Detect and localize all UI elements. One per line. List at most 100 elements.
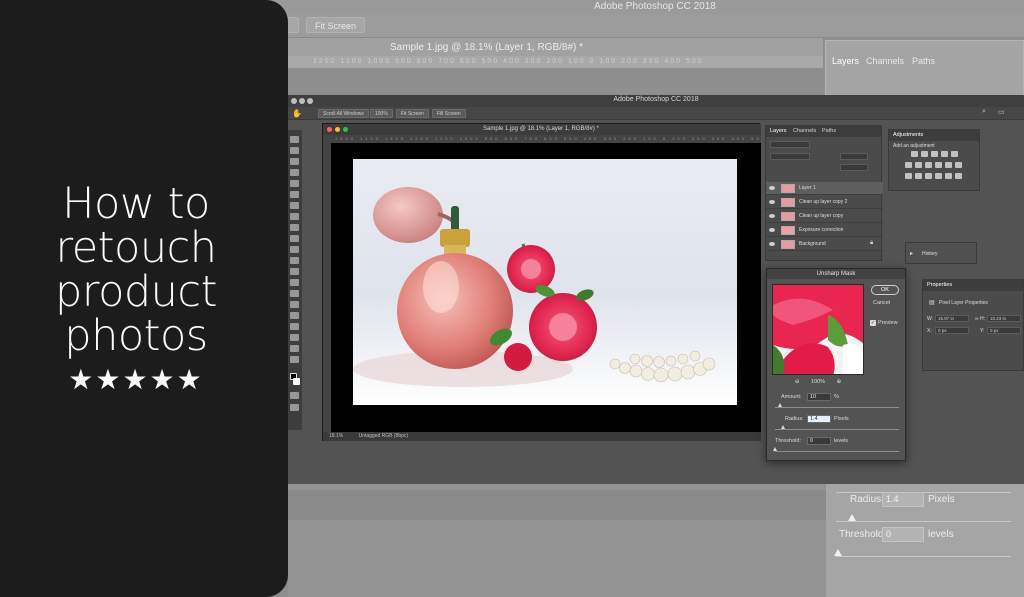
amount-slider[interactable] (775, 407, 899, 408)
canvas[interactable] (331, 143, 761, 432)
document-tab[interactable]: Sample 1.jpg @ 18.1% (Layer 1, RGB/8#) * (323, 124, 761, 135)
dodge-tool-icon[interactable] (290, 279, 299, 286)
exposure-icon[interactable] (941, 151, 948, 157)
background-threshold-unit: levels (928, 529, 954, 540)
background-color-swatch[interactable] (293, 378, 300, 385)
vibrance-icon[interactable] (951, 151, 958, 157)
scroll-all-windows-button[interactable]: Scroll All Windows (318, 109, 369, 118)
type-tool-icon[interactable] (290, 301, 299, 308)
marquee-tool-icon[interactable] (290, 147, 299, 154)
color-lookup-icon[interactable] (955, 162, 962, 168)
layer-row[interactable]: Clean up layer copy 2 (766, 196, 883, 209)
quick-select-tool-icon[interactable] (290, 169, 299, 176)
brightness-icon[interactable] (911, 151, 918, 157)
opacity-field[interactable] (840, 153, 868, 160)
threshold-slider[interactable] (775, 451, 899, 452)
tab-properties[interactable]: Properties (927, 282, 952, 288)
preview-checkbox[interactable]: ✓ (870, 320, 876, 326)
hue-icon[interactable] (905, 162, 912, 168)
layers-panel: Layers Channels Paths Layer 1 Clean up l… (765, 125, 883, 261)
product-photo (353, 159, 737, 405)
color-balance-icon[interactable] (915, 162, 922, 168)
layer-name: Exposure correction (799, 227, 844, 233)
lock-icon: 🔒︎ (870, 240, 874, 246)
doc-maximize-dot[interactable] (343, 127, 348, 132)
status-zoom[interactable]: 18.1% (329, 433, 343, 439)
threshold-icon[interactable] (925, 173, 932, 179)
ps-titlebar: Adobe Photoshop CC 2018 (288, 95, 1024, 107)
cancel-button[interactable]: Cancel (873, 300, 890, 306)
crop-tool-icon[interactable] (290, 180, 299, 187)
layer-row[interactable]: Exposure correction (766, 224, 883, 237)
screen-mode-icon[interactable] (290, 404, 299, 411)
fill-screen-button[interactable]: Fill Screen (432, 109, 466, 118)
pen-tool-icon[interactable] (290, 290, 299, 297)
dialog-preview[interactable] (772, 284, 864, 375)
tab-paths[interactable]: Paths (822, 128, 836, 134)
eye-icon[interactable] (769, 228, 775, 232)
eye-icon[interactable] (769, 242, 775, 246)
fill-field[interactable] (840, 164, 868, 171)
radius-unit: Pixels (834, 416, 849, 422)
gradient-tool-icon[interactable] (290, 257, 299, 264)
shadows-icon[interactable] (955, 173, 962, 179)
posterize-icon[interactable] (915, 173, 922, 179)
width-field[interactable]: 15.87 in (935, 315, 969, 322)
doc-close-dot[interactable] (327, 127, 332, 132)
tab-channels[interactable]: Channels (793, 128, 816, 134)
channel-mixer-icon[interactable] (945, 162, 952, 168)
eye-icon[interactable] (769, 214, 775, 218)
lasso-tool-icon[interactable] (290, 158, 299, 165)
history-panel[interactable]: ▸ History (905, 242, 977, 264)
tab-layers[interactable]: Layers (770, 128, 787, 134)
gradient-map-icon[interactable] (935, 173, 942, 179)
zoom-in-icon[interactable]: ⊕ (837, 379, 842, 385)
zoom-tool-icon[interactable] (290, 345, 299, 352)
amount-field[interactable]: 10 (807, 393, 831, 401)
layer-row[interactable]: Layer 1 (766, 182, 883, 195)
x-field[interactable]: 0 px (935, 327, 969, 334)
radius-field[interactable]: 1.4 (807, 415, 831, 423)
move-tool-icon[interactable] (290, 136, 299, 143)
document-window: Sample 1.jpg @ 18.1% (Layer 1, RGB/8#) *… (322, 123, 761, 441)
search-icon[interactable]: ⌕ (982, 108, 986, 116)
layer-row[interactable]: Clean up layer copy (766, 210, 883, 223)
path-select-tool-icon[interactable] (290, 312, 299, 319)
y-field[interactable]: 0 px (987, 327, 1021, 334)
eye-icon[interactable] (769, 200, 775, 204)
brush-tool-icon[interactable] (290, 213, 299, 220)
quick-mask-icon[interactable] (290, 392, 299, 399)
threshold-field[interactable]: 0 (807, 437, 831, 445)
shape-tool-icon[interactable] (290, 323, 299, 330)
stamp-tool-icon[interactable] (290, 224, 299, 231)
zoom-100-button[interactable]: 100% (370, 109, 393, 118)
layer-filter-field[interactable] (770, 141, 810, 148)
hand-tool-small-icon[interactable] (290, 334, 299, 341)
tab-adjustments[interactable]: Adjustments (893, 132, 923, 138)
radius-slider[interactable] (775, 429, 899, 430)
levels-icon[interactable] (921, 151, 928, 157)
invert-icon[interactable] (905, 173, 912, 179)
height-field[interactable]: 10.23 in (987, 315, 1021, 322)
eyedropper-tool-icon[interactable] (290, 191, 299, 198)
workspace-icon[interactable]: ▭ (998, 108, 1005, 116)
doc-minimize-dot[interactable] (335, 127, 340, 132)
blur-tool-icon[interactable] (290, 268, 299, 275)
blend-mode-select[interactable] (770, 153, 810, 160)
selective-color-icon[interactable] (945, 173, 952, 179)
fit-screen-button[interactable]: Fit Screen (396, 109, 429, 118)
zoom-out-icon[interactable]: ⊖ (795, 379, 800, 385)
eye-icon[interactable] (769, 186, 775, 190)
hand-tool-icon[interactable]: ✋ (292, 109, 302, 118)
curves-icon[interactable] (931, 151, 938, 157)
ok-button[interactable]: OK (871, 285, 899, 295)
layer-row[interactable]: Background 🔒︎ (766, 238, 883, 251)
black-white-icon[interactable] (925, 162, 932, 168)
more-tools-icon[interactable] (290, 356, 299, 363)
history-brush-tool-icon[interactable] (290, 235, 299, 242)
photo-filter-icon[interactable] (935, 162, 942, 168)
healing-tool-icon[interactable] (290, 202, 299, 209)
document-status-bar: 18.1% Untagged RGB (8bpc) (323, 432, 761, 441)
eraser-tool-icon[interactable] (290, 246, 299, 253)
link-icon[interactable]: ∞ (975, 316, 979, 322)
